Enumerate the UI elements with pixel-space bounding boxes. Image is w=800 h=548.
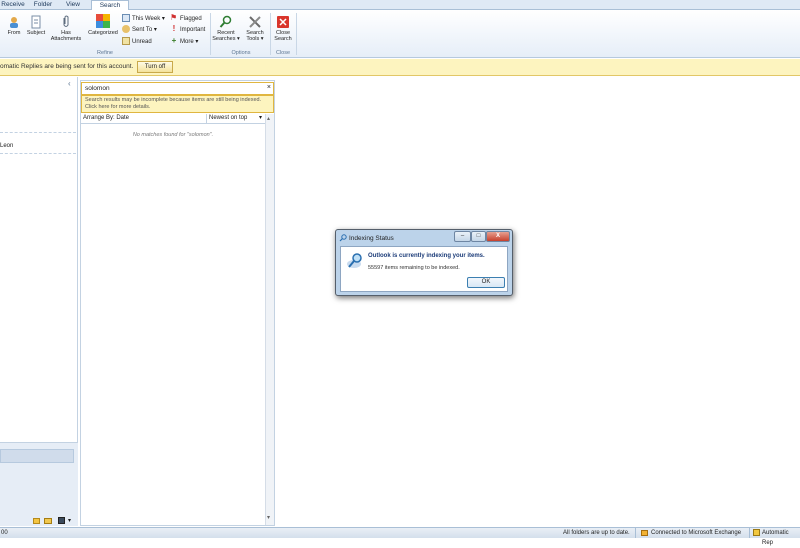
folder-shortcut-icon[interactable] (44, 518, 52, 524)
scroll-up-icon[interactable]: ▴ (267, 115, 270, 122)
search-status-icon (339, 234, 347, 242)
close-search-button[interactable]: Close Search (272, 15, 294, 42)
search-box[interactable]: solomon × (81, 82, 274, 95)
has-attachments-button[interactable]: Has Attachments (47, 15, 85, 42)
this-week-button[interactable]: This Week ▾ (122, 14, 165, 24)
arrange-header: Arrange By: Date Newest on top ▾ (81, 114, 265, 124)
nav-section-button[interactable] (0, 449, 74, 463)
exclamation-icon: ! (172, 24, 176, 34)
indexing-magnifier-icon (347, 253, 362, 268)
list-scrollbar[interactable]: ▴ ▾ (265, 114, 274, 525)
calendar-icon (122, 14, 130, 23)
connected-exchange[interactable]: Connected to Microsoft Exchange (651, 528, 741, 538)
nav-divider (0, 153, 76, 154)
ribbon-separator (270, 13, 271, 55)
from-label: From (7, 30, 21, 36)
warning-icon (753, 529, 760, 536)
dialog-heading: Outlook is currently indexing your items… (368, 253, 485, 259)
subject-label: Subject (26, 30, 46, 36)
no-matches-message: No matches found for "solomon". (132, 132, 214, 138)
more-button[interactable]: + More ▾ (170, 36, 199, 47)
items-remaining-text: 55597 items remaining to be indexed. (368, 265, 460, 271)
sent-to-label: Sent To (132, 27, 153, 33)
sent-to-button[interactable]: Sent To ▾ (122, 25, 157, 35)
important-button[interactable]: ! Important (170, 24, 206, 35)
automatic-replies-status[interactable]: Automatic Rep (762, 528, 800, 548)
sent-to-icon (122, 25, 130, 34)
collapse-nav-icon[interactable]: ‹ (68, 79, 71, 88)
tools-icon (249, 16, 261, 28)
search-tools-button[interactable]: Search Tools ▾ (242, 15, 268, 42)
subject-button[interactable]: Subject (25, 15, 47, 36)
categorize-icon (96, 14, 110, 28)
minimize-button[interactable]: – (454, 231, 471, 242)
status-bar: 00 All folders are up to date. Connected… (0, 527, 800, 546)
envelope-icon (122, 37, 130, 46)
scroll-down-icon[interactable]: ▾ (267, 514, 270, 521)
status-divider (749, 528, 750, 538)
configure-buttons-icon[interactable]: ▾ (68, 517, 71, 524)
shortcuts-icon[interactable] (58, 517, 65, 524)
magnifier-icon (219, 15, 232, 28)
nav-folder-item[interactable]: Leon (0, 143, 13, 149)
more-label: More (180, 39, 194, 45)
ribbon-tab-bar: Receive Folder View Search (0, 0, 800, 11)
sort-arrow-icon[interactable]: ▾ (259, 114, 262, 121)
categorized-button[interactable]: Categorized (85, 13, 121, 36)
recent-searches-button[interactable]: Recent Searches ▾ (212, 15, 240, 42)
from-button[interactable]: From (3, 15, 25, 36)
options-group-label: Options (231, 50, 251, 56)
turn-off-button[interactable]: Turn off (137, 61, 173, 73)
tab-folder[interactable]: Folder (30, 0, 56, 10)
nav-divider (0, 132, 76, 133)
ribbon-separator (210, 13, 211, 55)
arrange-by-date[interactable]: Arrange By: Date (83, 115, 129, 121)
clear-search-icon[interactable]: × (267, 84, 271, 91)
exchange-connection-icon (641, 530, 648, 536)
status-divider (635, 528, 636, 538)
close-search-label: Close Search (274, 30, 292, 42)
infobar-text: omatic Replies are being sent for this a… (0, 63, 134, 70)
automatic-replies-infobar: omatic Replies are being sent for this a… (0, 59, 800, 76)
nav-bottom-panel: ▾ (0, 442, 78, 526)
recent-searches-label: Recent Searches (212, 30, 236, 42)
plus-icon: + (171, 36, 177, 46)
ribbon: From Subject Has Attachments Categorized… (0, 10, 800, 58)
search-tools-label: Search Tools (246, 30, 264, 42)
categorized-label: Categorized (88, 30, 118, 36)
important-label: Important (180, 27, 206, 33)
tab-receive[interactable]: Receive (0, 0, 26, 10)
close-search-icon (277, 16, 289, 28)
dialog-body: Outlook is currently indexing your items… (340, 246, 508, 292)
unread-label: Unread (132, 39, 152, 45)
tab-view[interactable]: View (60, 0, 86, 10)
close-group-label: Close (275, 50, 291, 56)
message-list-pane (80, 80, 275, 526)
flagged-button[interactable]: ⚑ Flagged (170, 14, 202, 24)
unread-button[interactable]: Unread (122, 37, 152, 47)
newest-on-top[interactable]: Newest on top (209, 115, 247, 121)
dialog-title: Indexing Status (349, 235, 394, 242)
subject-document-icon (31, 15, 41, 29)
status-item-count: 00 (1, 530, 8, 536)
folders-up-to-date: All folders are up to date. (563, 530, 630, 536)
from-person-icon (10, 17, 18, 28)
maximize-button[interactable]: □ (471, 231, 486, 242)
has-attachments-label: Has Attachments (50, 30, 82, 42)
mail-shortcut-icon[interactable] (33, 518, 40, 524)
refine-group-label: Refine (97, 50, 113, 56)
this-week-label: This Week (132, 16, 161, 22)
flagged-label: Flagged (180, 16, 202, 22)
header-divider (206, 114, 207, 124)
flag-icon: ⚑ (170, 13, 178, 23)
dialog-close-button[interactable]: X (486, 231, 510, 242)
search-input[interactable]: solomon (85, 85, 110, 92)
paperclip-icon (63, 15, 69, 27)
indexing-status-dialog: Indexing Status – □ X Outlook is current… (335, 229, 513, 296)
ribbon-separator (296, 13, 297, 55)
search-incomplete-warning[interactable]: Search results may be incomplete because… (81, 95, 274, 113)
ok-button[interactable]: OK (467, 277, 505, 288)
